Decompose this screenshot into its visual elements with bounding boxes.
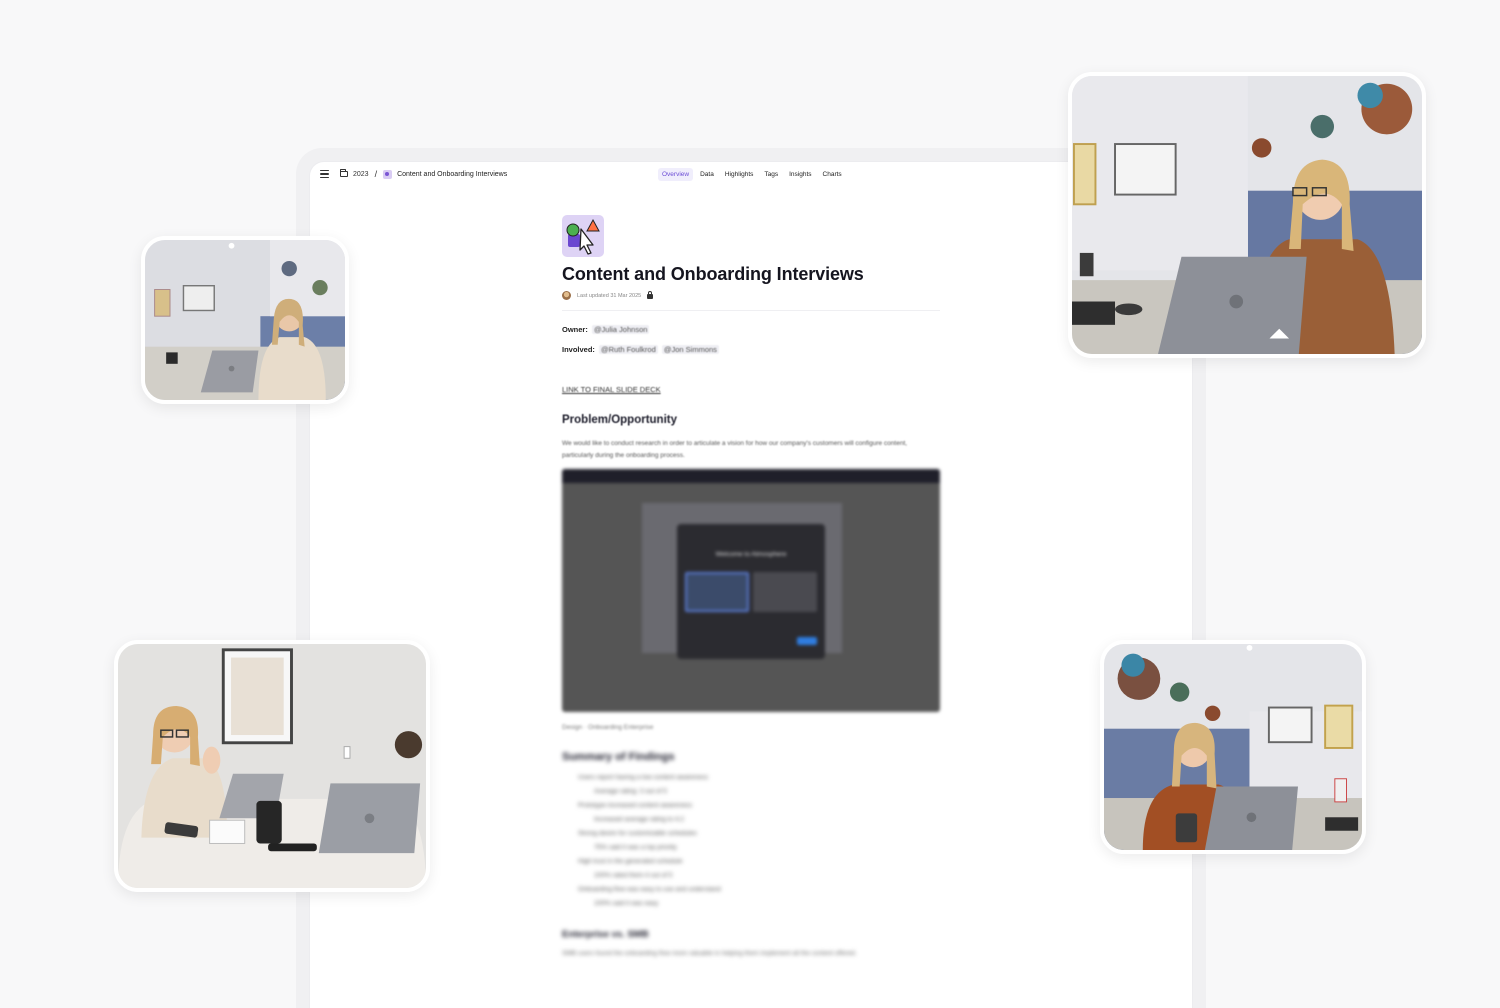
project-emoji-icon[interactable] [562,215,604,257]
last-updated: Last updated 31 Mar 2025 [577,292,642,299]
involved-field: Involved: @Ruth Foulkrod @Jon Simmons [562,345,719,354]
document-meta: Last updated 31 Mar 2025 [562,291,654,300]
screenshot-button [797,637,817,645]
list-item: Users report having a low content awaren… [578,774,709,781]
divider [562,310,940,311]
project-icon [383,169,393,179]
tab-overview[interactable]: Overview [658,168,694,181]
list-item: 100% said it was easy [594,900,659,907]
breadcrumb: 2023 / Content and Onboarding Interviews [340,169,507,179]
screenshot-nav-bar [562,469,940,483]
list-item: 100% rated them 4 out of 5 [594,872,673,879]
video-frame [1072,76,1422,354]
video-frame [1104,644,1362,850]
tab-insights[interactable]: Insights [785,168,815,181]
involved-mention[interactable]: @Ruth Foulkrod [599,345,658,354]
breadcrumb-separator: / [374,169,378,179]
screenshot-modal: Welcome to Atmosphere [677,524,825,659]
problem-text: We would like to conduct research in ord… [562,440,908,459]
participant-video-bottom-left[interactable] [114,640,430,892]
embedded-screenshot[interactable]: Welcome to Atmosphere [562,469,940,712]
list-item: 75% said it was a top priority [594,844,677,851]
tab-highlights[interactable]: Highlights [721,168,758,181]
findings-list: Users report having a low content awaren… [578,774,778,914]
document-title: Content and Onboarding Interviews [562,264,864,284]
owner-field: Owner: @Julia Johnson [562,325,650,334]
list-item: Prototype increased content awareness [578,802,693,809]
list-item: Increased average rating to 4.2 [594,816,684,823]
involved-label: Involved: [562,345,595,354]
enterprise-heading: Enterprise vs. SMB [562,929,649,940]
participant-video-bottom-right[interactable] [1100,640,1366,854]
enterprise-text: SMB users found the onboarding flow more… [562,950,857,957]
video-frame [118,644,426,888]
screenshot-card [753,572,817,612]
participant-video-top-left[interactable] [141,236,349,404]
screenshot-caption: Design · Onboarding Enterprise [562,724,654,731]
app-window: 2023 / Content and Onboarding Interviews… [310,162,1192,1008]
tab-bar: Overview Data Highlights Tags Insights C… [658,168,846,181]
list-item: High trust in the generated schedule [578,858,683,865]
owner-mention[interactable]: @Julia Johnson [591,325,650,334]
video-frame [145,240,345,400]
screenshot-modal-title: Welcome to Atmosphere [715,551,787,558]
folder-icon [340,169,348,177]
breadcrumb-project[interactable]: Content and Onboarding Interviews [397,171,507,178]
list-item: Onboarding flow was easy to use and unde… [578,886,721,893]
slide-deck-link[interactable]: LINK TO FINAL SLIDE DECK [562,385,661,394]
problem-heading: Problem/Opportunity [562,414,677,426]
avatar [562,291,571,300]
menu-icon[interactable] [320,170,329,178]
involved-mention[interactable]: @Jon Simmons [661,345,719,354]
lock-icon[interactable] [647,291,654,299]
screenshot-card [685,572,749,612]
tab-charts[interactable]: Charts [819,168,846,181]
list-item: Strong desire for customizable schedules [578,830,697,837]
tab-tags[interactable]: Tags [760,168,782,181]
owner-label: Owner: [562,325,588,334]
tab-data[interactable]: Data [696,168,718,181]
top-bar: 2023 / Content and Onboarding Interviews… [310,162,1192,188]
participant-video-top-right[interactable] [1068,72,1426,358]
list-item: Average rating: 3 out of 5 [594,788,667,795]
breadcrumb-year[interactable]: 2023 [353,171,369,178]
summary-heading: Summary of Findings [562,751,675,763]
